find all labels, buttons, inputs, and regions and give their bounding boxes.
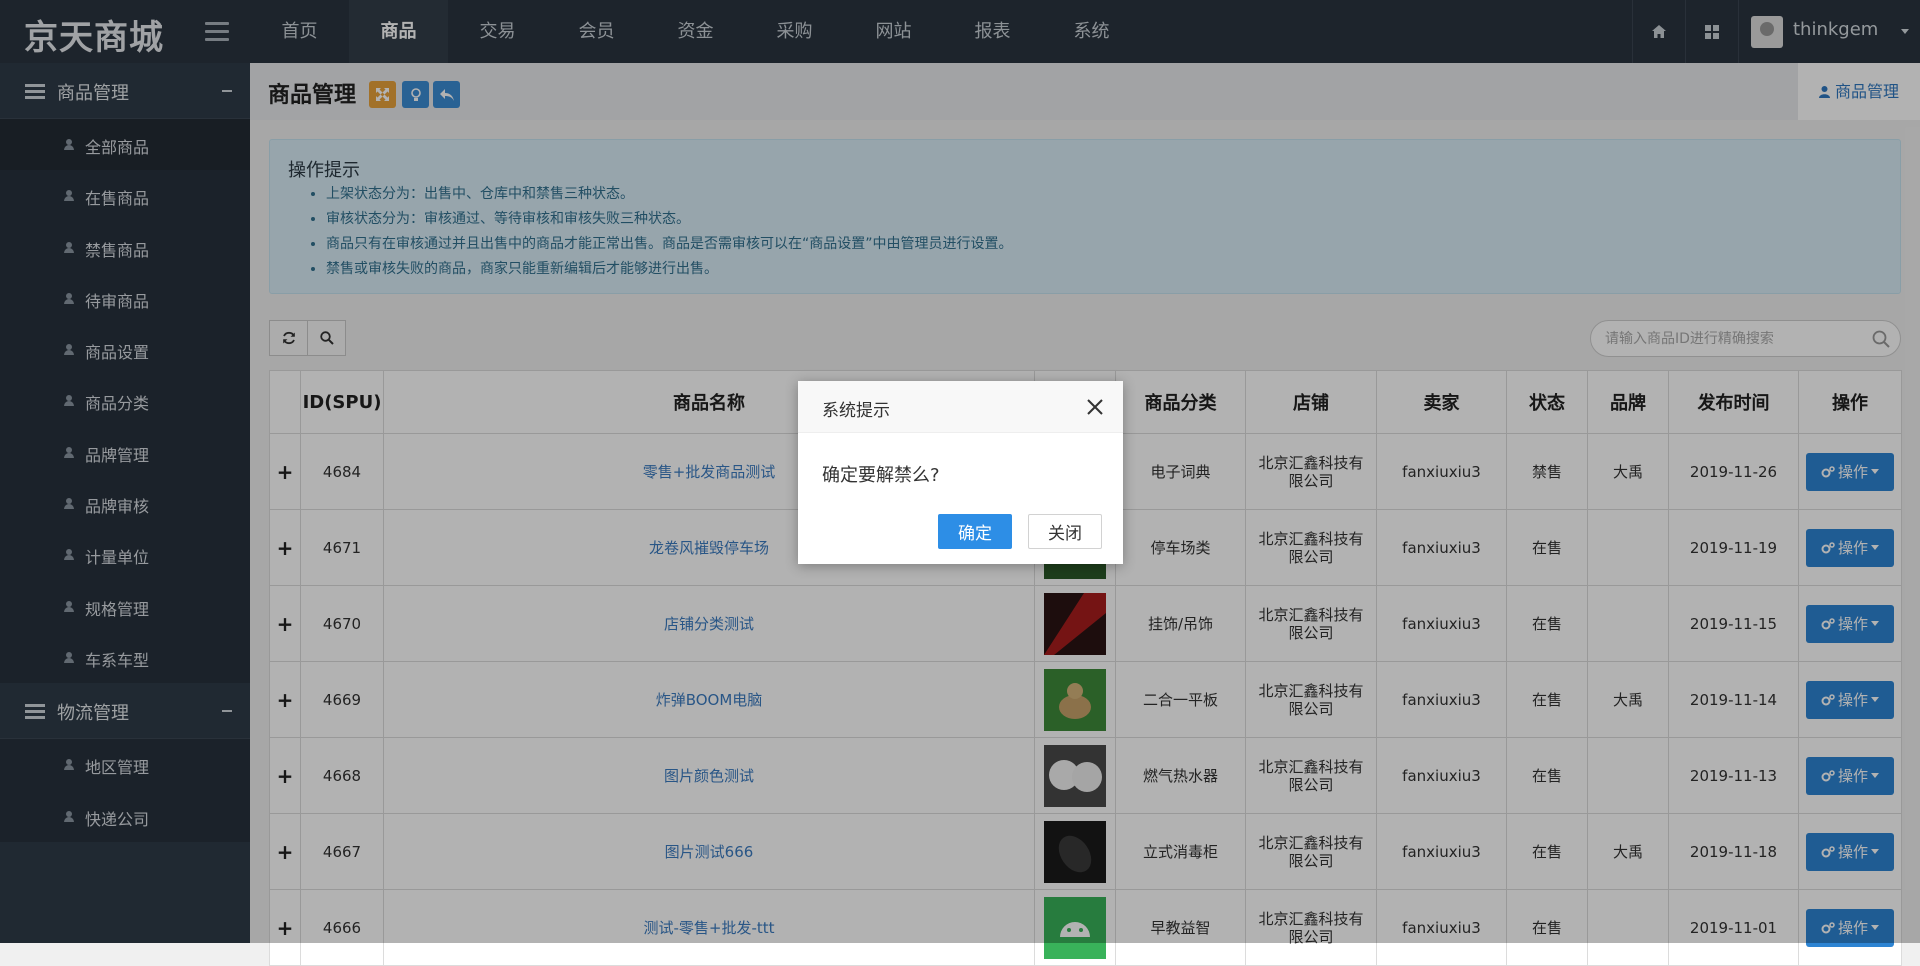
confirm-button[interactable]: 确定 bbox=[938, 514, 1012, 549]
dialog-header: 系统提示 bbox=[798, 381, 1123, 433]
close-icon[interactable] bbox=[1087, 399, 1103, 415]
cancel-button[interactable]: 关闭 bbox=[1028, 514, 1102, 549]
dialog-message: 确定要解禁么? bbox=[822, 465, 940, 486]
confirm-dialog: 系统提示 确定要解禁么? 确定 关闭 bbox=[798, 381, 1123, 564]
dialog-title: 系统提示 bbox=[822, 401, 890, 421]
